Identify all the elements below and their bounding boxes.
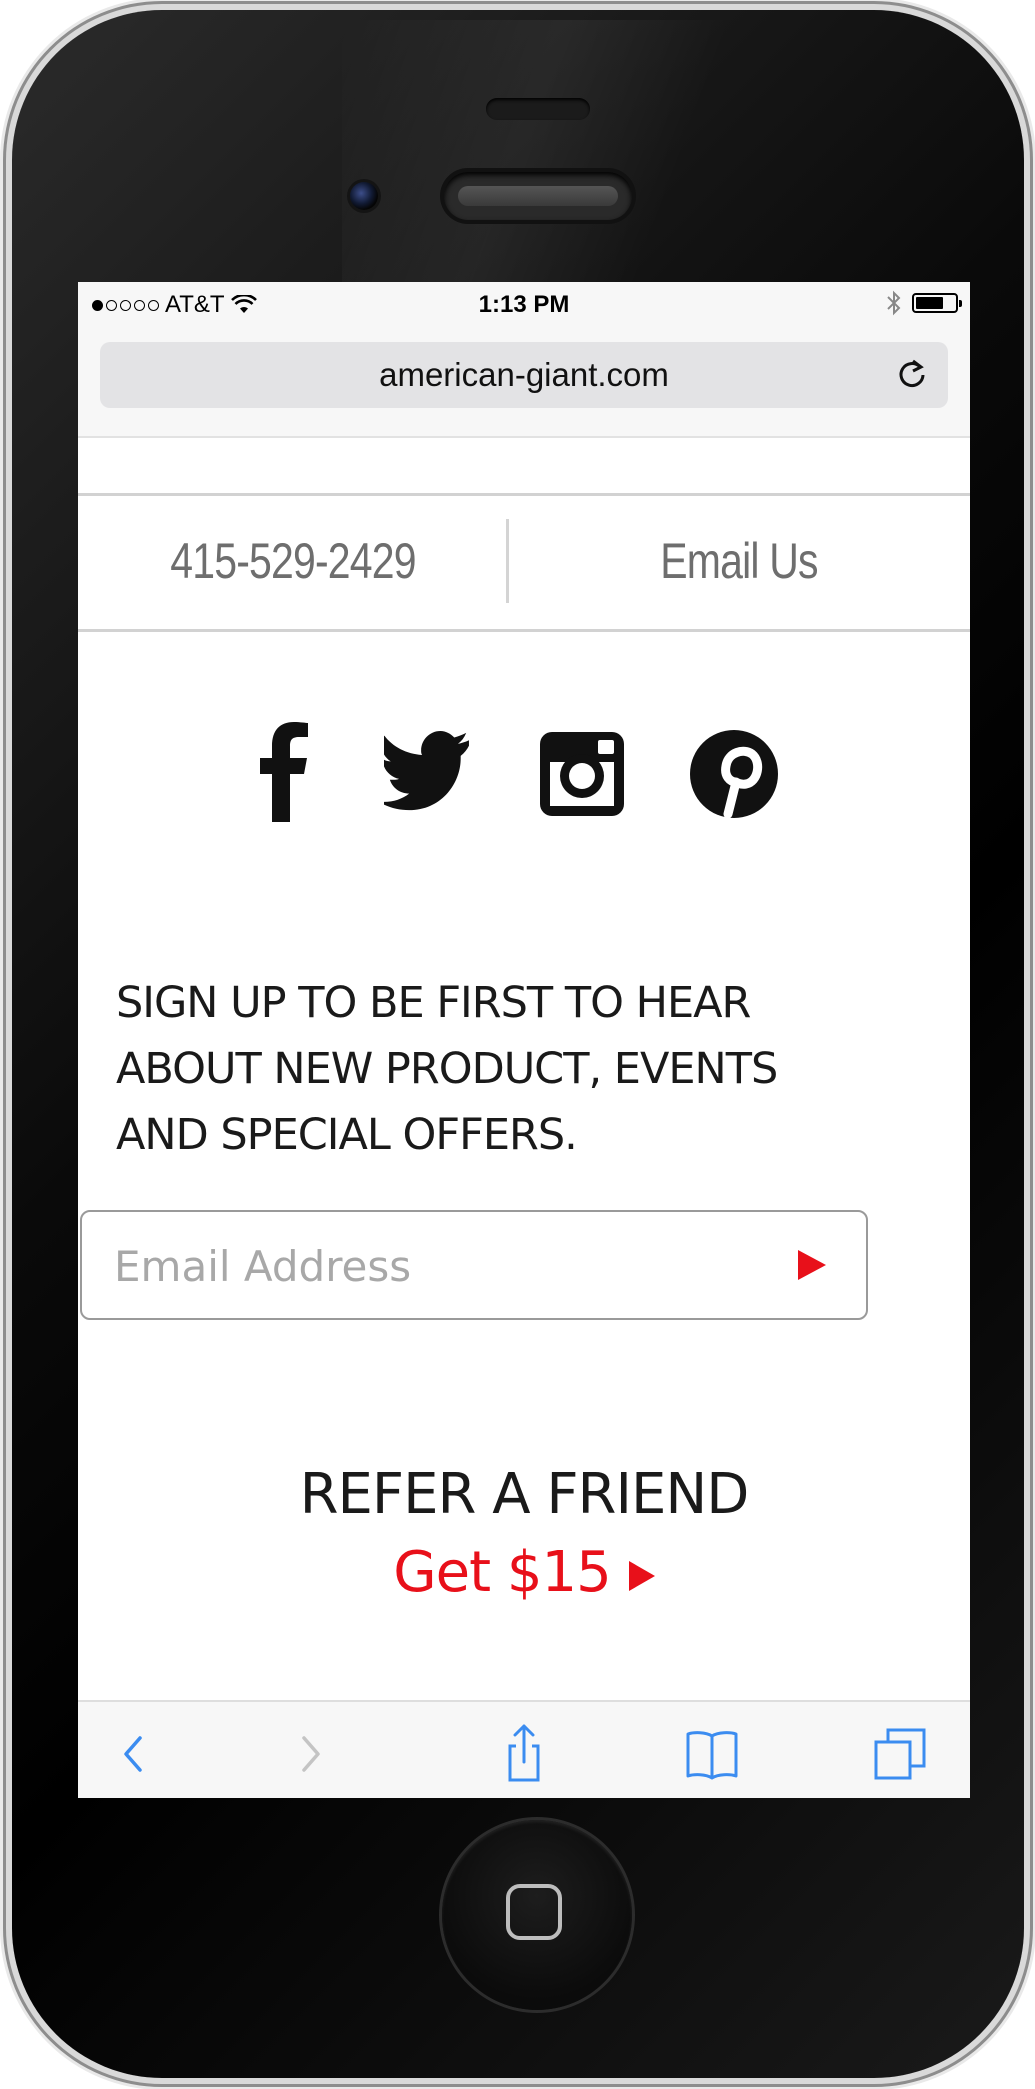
signup-heading: SIGN UP TO BE FIRST TO HEAR ABOUT NEW PR… [116,978,778,1160]
front-camera [350,182,378,210]
contact-divider [506,519,509,603]
url-text[interactable]: american-giant.com [100,356,948,394]
bluetooth-icon [887,290,901,316]
email-us-link[interactable]: Email Us [550,495,929,627]
status-right [886,290,962,316]
address-bar[interactable]: american-giant.com [100,342,948,408]
submit-arrow-icon[interactable] [798,1250,826,1280]
pinterest-icon[interactable] [688,722,780,822]
contact-row: 415-529-2429 Email Us [78,495,970,627]
share-icon[interactable] [494,1724,554,1784]
email-signup-form [80,1210,868,1320]
divider-bottom [78,629,970,632]
twitter-icon[interactable] [384,722,474,822]
phone-link[interactable]: 415-529-2429 [117,495,470,627]
glass-reflection [342,20,792,320]
battery-level [916,297,943,309]
refer-link[interactable]: Get $15 [78,1540,970,1605]
home-square-icon [506,1884,562,1940]
browser-address-area: american-giant.com [78,326,970,438]
bookmarks-icon[interactable] [682,1724,742,1784]
instagram-icon[interactable] [538,722,626,822]
browser-toolbar [78,1700,970,1798]
email-input[interactable] [112,1212,756,1320]
status-bar: AT&T 1:13 PM [78,282,970,326]
forward-icon[interactable] [278,1724,338,1784]
reload-icon[interactable] [894,356,930,392]
play-arrow-icon[interactable] [628,1560,655,1591]
volume-down-button[interactable] [0,596,10,666]
earpiece-speaker [444,172,632,220]
home-button[interactable] [442,1820,632,2010]
refer-heading: REFER A FRIEND [299,1462,750,1527]
speaker-slot [486,98,590,120]
social-links [78,722,970,822]
mute-switch[interactable] [0,232,10,322]
tabs-icon[interactable] [870,1724,930,1784]
status-time: 1:13 PM [478,291,570,318]
phone-screen: AT&T 1:13 PM american-giant.com 415-529-… [78,282,970,1798]
refer-link-label[interactable]: Get $15 [393,1540,611,1605]
back-icon[interactable] [106,1724,166,1784]
battery-icon [912,293,962,313]
facebook-icon[interactable] [256,722,312,822]
volume-up-button[interactable] [0,412,10,482]
power-button[interactable] [700,0,830,10]
